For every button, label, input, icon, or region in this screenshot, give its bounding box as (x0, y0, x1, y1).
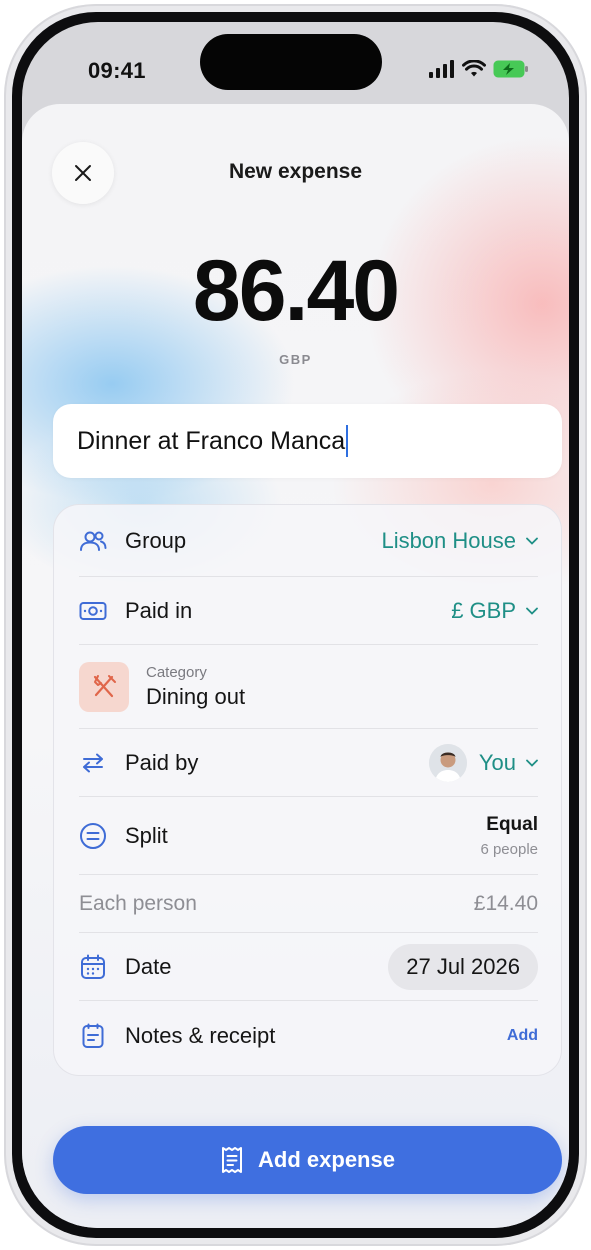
split-label: Split (125, 822, 168, 848)
notes-icon (79, 1022, 107, 1050)
details-card: Group Lisbon House Paid in £ GBP Categor… (53, 504, 562, 1076)
paid-by-label: Paid by (125, 749, 199, 775)
sheet-title: New expense (228, 160, 363, 183)
split-row[interactable]: Split Equal 6 people (79, 797, 538, 875)
split-value: Equal (486, 813, 538, 835)
split-selector[interactable]: Equal 6 people (480, 814, 538, 858)
description-value: Dinner at Franco Manca (77, 426, 346, 455)
swap-arrows-icon (79, 749, 107, 777)
phone-frame: 09:41 New expense 86.40 GBP Dinner at Fr… (4, 4, 587, 1246)
chevron-down-icon (526, 759, 538, 767)
add-notes-button[interactable]: Add (507, 1027, 538, 1045)
group-label: Group (125, 527, 187, 553)
phone-bezel: 09:41 New expense 86.40 GBP Dinner at Fr… (12, 12, 579, 1238)
cash-icon (79, 597, 107, 625)
status-time: 09:41 (88, 58, 146, 83)
paid-by-value: You (478, 749, 516, 775)
date-picker-wrap: 27 Jul 2026 (388, 943, 538, 990)
payer-selector[interactable]: You (428, 743, 538, 782)
amount-value[interactable]: 86.40 (22, 242, 569, 341)
category-value: Dining out (146, 683, 246, 709)
category-text: Category Dining out (146, 664, 245, 710)
group-icon (79, 527, 107, 555)
split-people: 6 people (480, 840, 538, 858)
equal-circle-icon (79, 822, 107, 850)
text-caret (346, 425, 349, 457)
date-label: Date (125, 953, 172, 979)
expense-sheet: New expense 86.40 GBP Dinner at Franco M… (22, 104, 569, 1228)
wifi-icon (462, 60, 486, 77)
paid-by-row[interactable]: Paid by You (79, 729, 538, 797)
paid-in-label: Paid in (125, 597, 193, 623)
avatar (428, 743, 467, 782)
paid-in-value: £ GBP (451, 597, 516, 623)
date-picker[interactable]: 27 Jul 2026 (388, 943, 538, 990)
description-input[interactable]: Dinner at Franco Manca (53, 404, 562, 478)
currency-selector[interactable]: £ GBP (451, 598, 538, 624)
each-person-value: £14.40 (473, 891, 538, 915)
currency-code: GBP (279, 352, 312, 367)
calendar-icon (79, 953, 107, 981)
receipt-icon (222, 1147, 243, 1173)
cellular-signal-icon (429, 60, 454, 78)
paid-in-row[interactable]: Paid in £ GBP (79, 577, 538, 645)
category-tile (79, 661, 129, 712)
dynamic-island (200, 34, 382, 90)
group-value: Lisbon House (381, 527, 516, 553)
add-expense-label: Add expense (258, 1147, 395, 1172)
notes-label: Notes & receipt (125, 1023, 276, 1048)
battery-charging-icon (493, 60, 528, 78)
group-selector[interactable]: Lisbon House (381, 528, 538, 554)
each-person-label: Each person (79, 891, 197, 915)
screen: 09:41 New expense 86.40 GBP Dinner at Fr… (22, 22, 569, 1228)
group-row[interactable]: Group Lisbon House (79, 505, 538, 577)
add-expense-button[interactable]: Add expense (53, 1126, 562, 1194)
fork-knife-icon (93, 674, 116, 697)
status-icons (429, 60, 529, 78)
category-label: Category (146, 663, 207, 681)
date-row[interactable]: Date 27 Jul 2026 (79, 933, 538, 1001)
category-row[interactable]: Category Dining out (79, 645, 538, 729)
chevron-down-icon (526, 607, 538, 615)
notes-row[interactable]: Notes & receipt Add (79, 1001, 538, 1071)
chevron-down-icon (526, 537, 538, 545)
each-person-row: Each person £14.40 (79, 875, 538, 933)
